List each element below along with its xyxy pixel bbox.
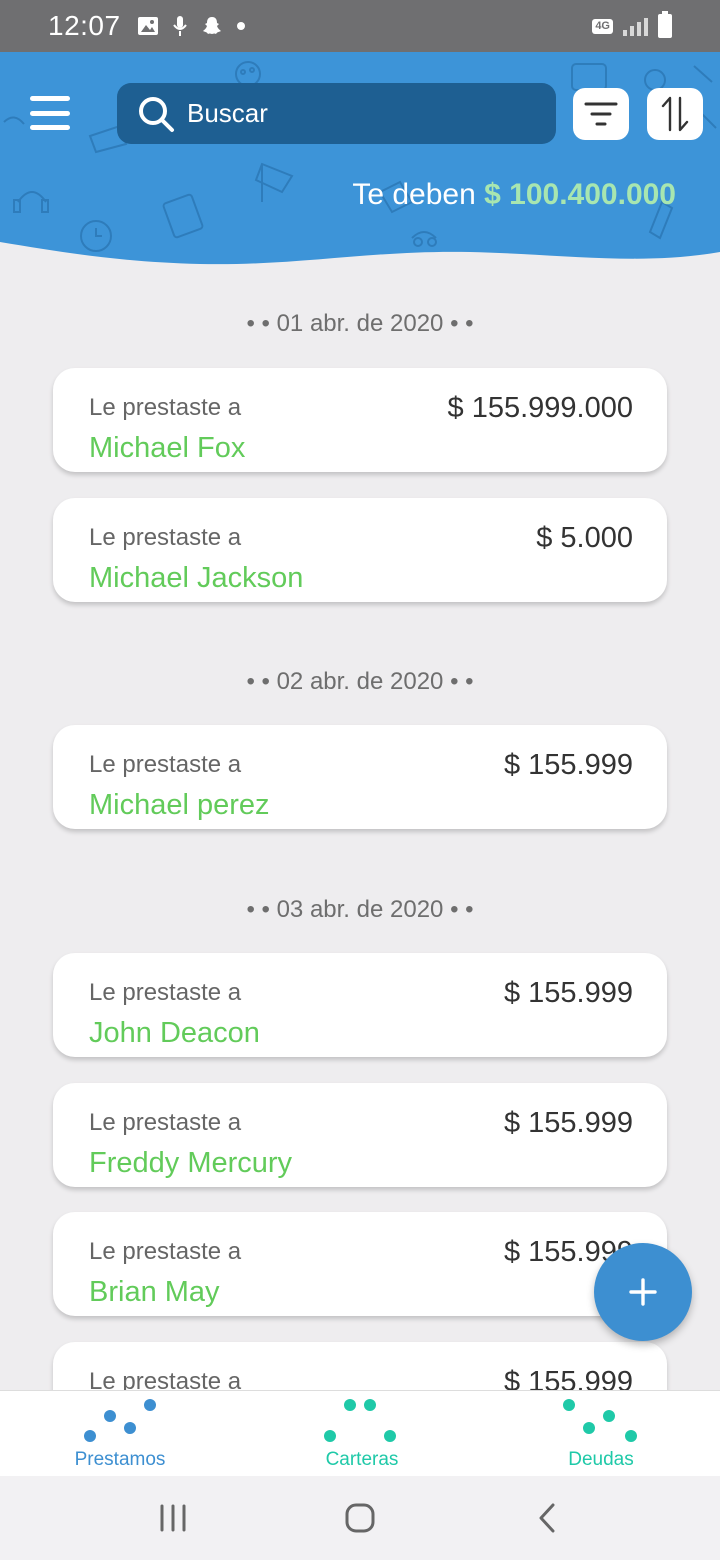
nav-tab-prestamos[interactable]: Prestamos (0, 1391, 240, 1477)
loan-label: Le prestaste a (89, 394, 242, 421)
deudas-icon (563, 1399, 637, 1442)
search-bar[interactable] (117, 83, 556, 144)
loan-card[interactable]: Le prestaste a $ 155.999 (53, 1342, 667, 1390)
network-type-badge: 4G (592, 18, 613, 34)
borrower-name: Brian May (89, 1276, 220, 1308)
system-navigation-bar (0, 1476, 720, 1560)
search-icon (139, 96, 174, 132)
loan-label: Le prestaste a (89, 1238, 242, 1265)
loan-amount: $ 155.999 (503, 1366, 633, 1390)
owed-label: Te deben (352, 178, 476, 211)
menu-line (30, 125, 70, 130)
plus-icon (629, 1278, 657, 1306)
home-icon[interactable] (344, 1502, 376, 1534)
loan-amount: $ 155.999 (503, 749, 633, 781)
filter-icon (584, 102, 618, 126)
loan-card[interactable]: Le prestaste a Freddy Mercury $ 155.999 (53, 1083, 667, 1187)
loan-amount: $ 155.999 (503, 977, 633, 1009)
date-header: • • 01 abr. de 2020 • • (246, 310, 474, 337)
status-time: 12:07 (48, 10, 121, 41)
signal-icon (623, 16, 648, 36)
loan-amount: $ 5.000 (536, 522, 633, 554)
nav-label: Deudas (568, 1449, 634, 1470)
owed-amount: $ 100.400.000 (484, 178, 676, 211)
prestamos-icon (84, 1399, 156, 1442)
loan-label: Le prestaste a (89, 751, 242, 778)
gallery-icon (137, 17, 158, 35)
search-input[interactable] (185, 97, 525, 130)
loans-list[interactable]: • • 01 abr. de 2020 • • Le prestaste a M… (0, 272, 720, 1390)
nav-label: Prestamos (74, 1449, 166, 1470)
nav-tab-carteras[interactable]: Carteras (242, 1391, 482, 1477)
borrower-name: Freddy Mercury (89, 1147, 293, 1179)
carteras-icon (324, 1399, 396, 1442)
owed-summary: Te deben $ 100.400.000 (352, 178, 676, 212)
menu-line (30, 96, 70, 101)
loan-label: Le prestaste a (89, 1368, 242, 1390)
loan-card[interactable]: Le prestaste a Michael perez $ 155.999 (53, 725, 667, 829)
notification-dot (236, 22, 245, 30)
borrower-name: Michael Fox (89, 432, 246, 464)
loan-card[interactable]: Le prestaste a Michael Jackson $ 5.000 (53, 498, 667, 602)
loan-label: Le prestaste a (89, 1109, 242, 1136)
app-header: Te deben $ 100.400.000 (0, 52, 720, 272)
recent-apps-icon[interactable] (158, 1504, 188, 1532)
status-bar: 12:07 4G (0, 0, 720, 52)
nav-label: Carteras (325, 1449, 399, 1470)
back-icon[interactable] (536, 1502, 558, 1534)
status-system-icons: 4G (592, 11, 672, 38)
status-notification-icons (137, 15, 245, 37)
borrower-name: John Deacon (89, 1017, 260, 1049)
menu-button[interactable] (30, 96, 70, 130)
filter-button[interactable] (573, 88, 629, 140)
loan-label: Le prestaste a (89, 524, 242, 551)
loan-card[interactable]: Le prestaste a Brian May $ 155.999 (53, 1212, 667, 1316)
menu-line (30, 110, 70, 116)
nav-tab-deudas[interactable]: Deudas (481, 1391, 720, 1477)
add-loan-button[interactable] (594, 1243, 692, 1341)
loan-label: Le prestaste a (89, 979, 242, 1006)
battery-icon (658, 11, 672, 38)
borrower-name: Michael Jackson (89, 562, 304, 594)
borrower-name: Michael perez (89, 789, 270, 821)
snapchat-icon (202, 17, 221, 34)
loan-amount: $ 155.999.000 (447, 392, 633, 424)
bottom-navigation: Prestamos Carteras Deudas (0, 1390, 720, 1476)
sort-icon (661, 96, 689, 132)
loan-card[interactable]: Le prestaste a Michael Fox $ 155.999.000 (53, 368, 667, 472)
loan-card[interactable]: Le prestaste a John Deacon $ 155.999 (53, 953, 667, 1057)
date-header: • • 03 abr. de 2020 • • (246, 896, 474, 923)
microphone-icon (172, 16, 187, 36)
loan-amount: $ 155.999 (503, 1107, 633, 1139)
date-header: • • 02 abr. de 2020 • • (246, 668, 474, 695)
sort-button[interactable] (647, 88, 703, 140)
